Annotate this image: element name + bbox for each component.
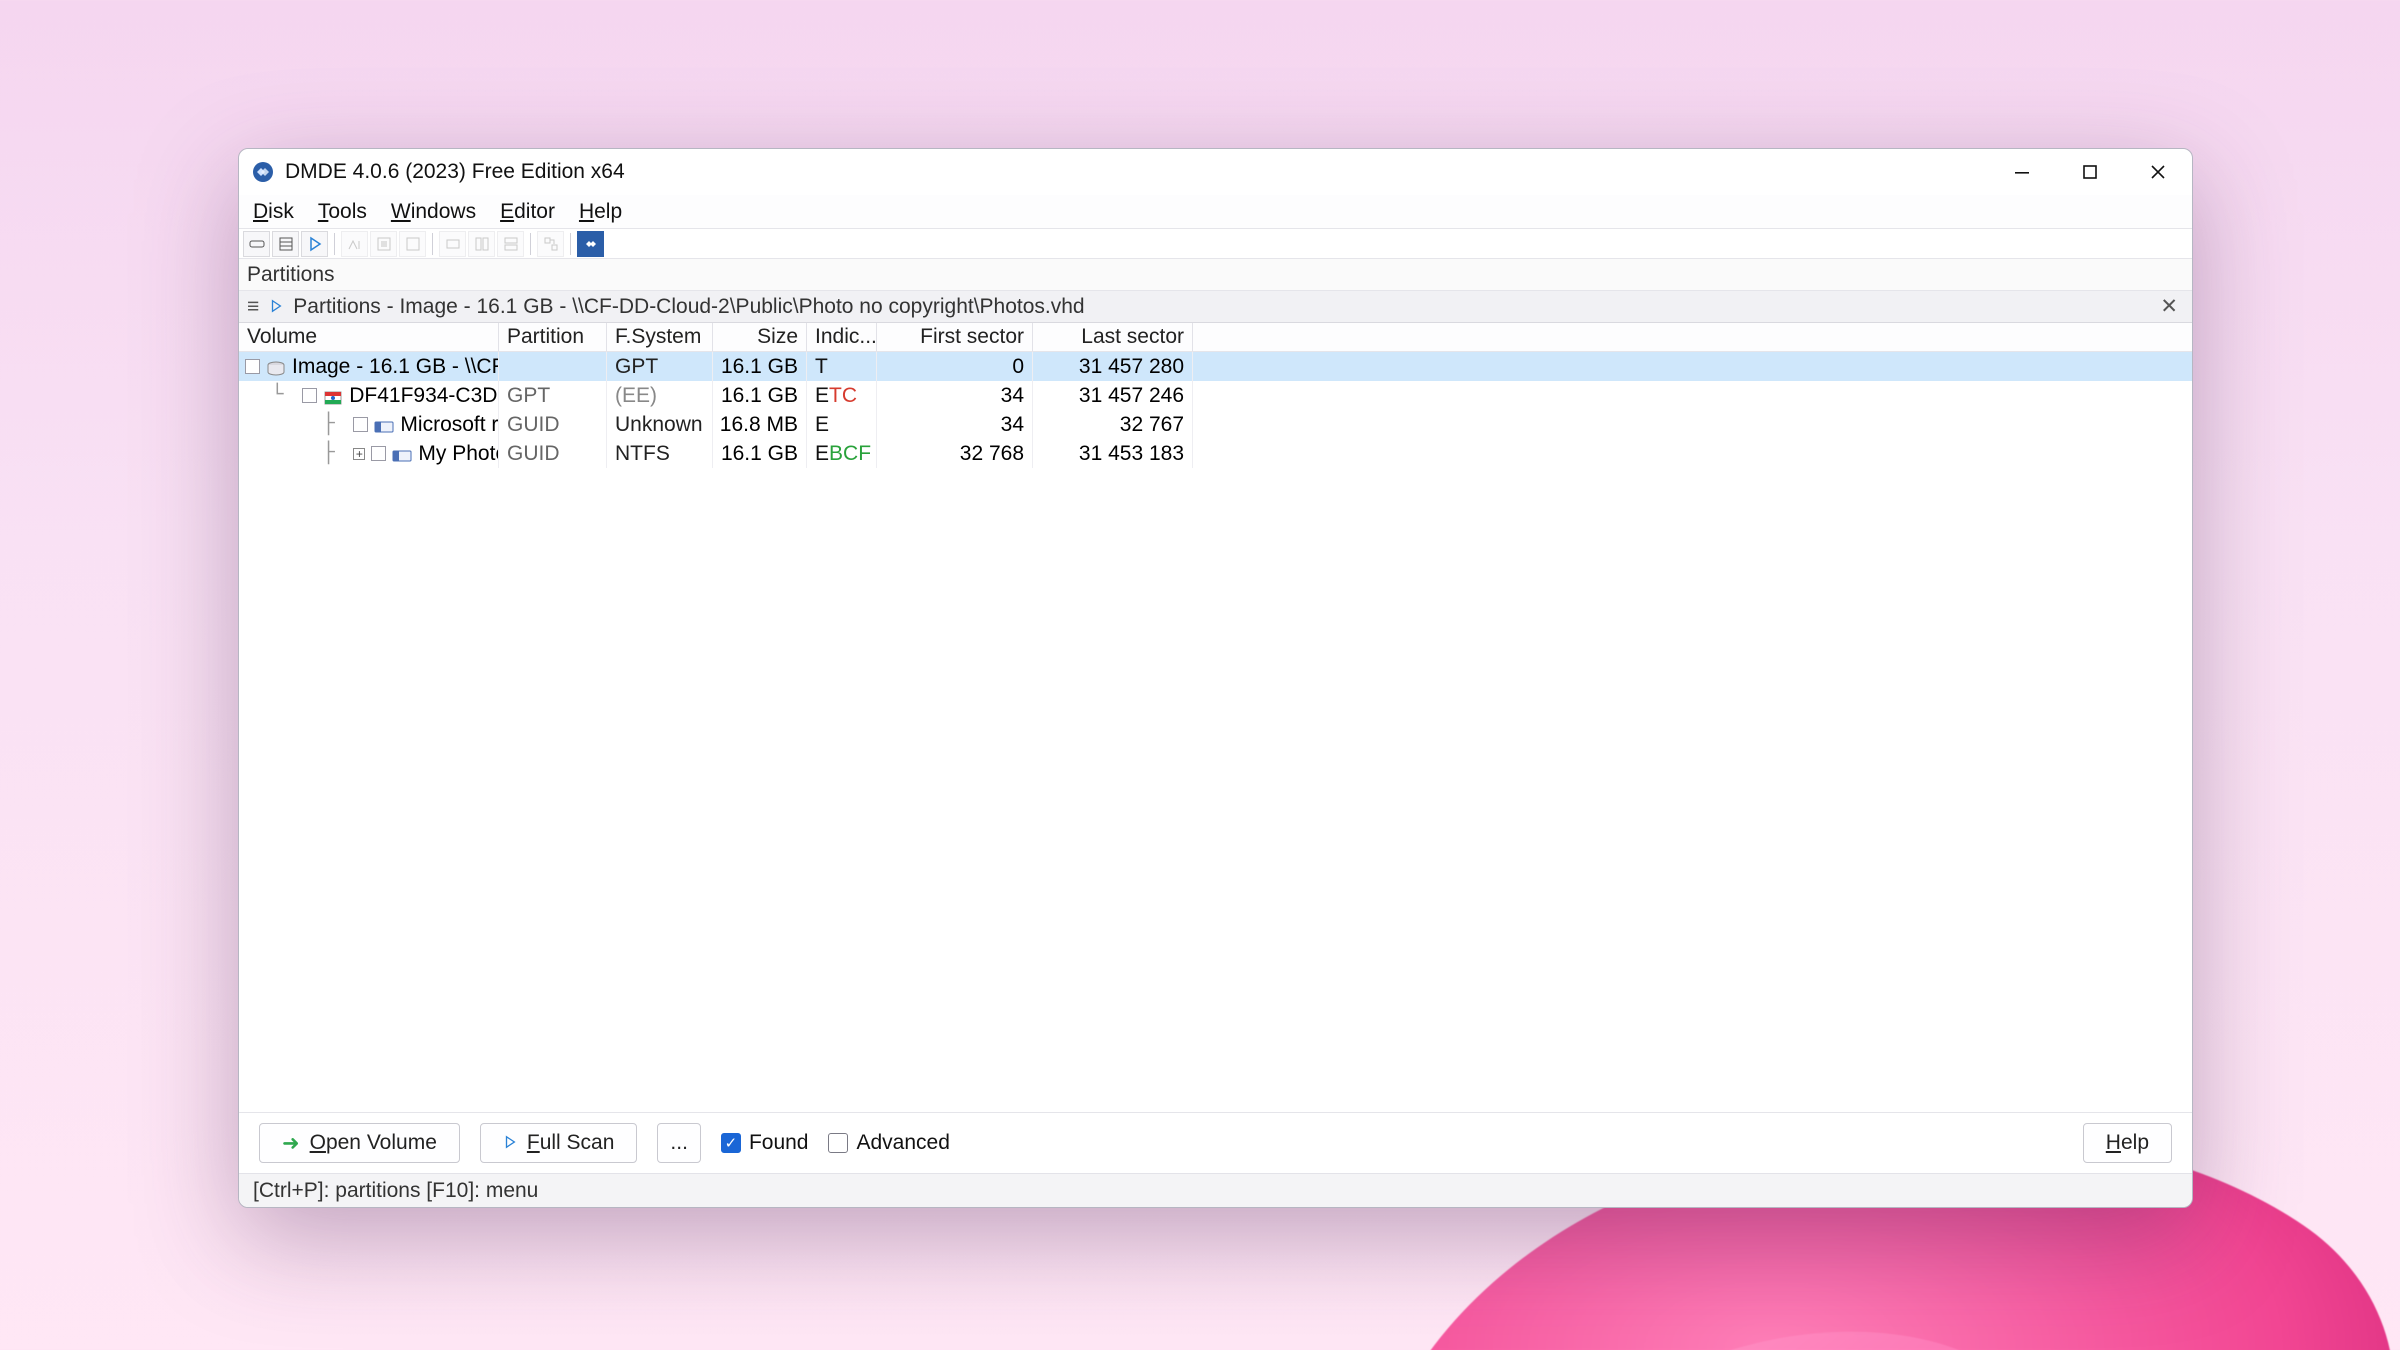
col-indic[interactable]: Indic... <box>807 323 877 351</box>
tab-strip: Partitions <box>239 259 2192 291</box>
checkbox-icon <box>828 1133 848 1153</box>
play-small-icon[interactable] <box>269 295 283 319</box>
maximize-button[interactable] <box>2056 149 2124 195</box>
panel-header: ≡ Partitions - Image - 16.1 GB - \\CF-DD… <box>239 291 2192 323</box>
close-button[interactable] <box>2124 149 2192 195</box>
volume-icon <box>392 446 412 462</box>
toolbar-btn-2[interactable] <box>272 231 299 257</box>
toolbar-btn-7[interactable] <box>439 231 466 257</box>
open-volume-button[interactable]: ➜ Open Volume <box>259 1123 460 1163</box>
volume-name: DF41F934-C3D4-4... <box>349 384 499 408</box>
tab-partitions[interactable]: Partitions <box>247 263 335 287</box>
row-checkbox[interactable] <box>371 446 386 461</box>
bottom-button-bar: ➜ Open Volume Full Scan ... Found Advanc… <box>239 1113 2192 1173</box>
window-title: DMDE 4.0.6 (2023) Free Edition x64 <box>285 160 625 184</box>
row-checkbox[interactable] <box>302 388 317 403</box>
table-header-row: Volume Partition F.System Size Indic... … <box>239 323 2192 352</box>
col-partition[interactable]: Partition <box>499 323 607 351</box>
play-icon <box>503 1131 517 1155</box>
menu-help[interactable]: Help <box>579 200 622 224</box>
toolbar-btn-8[interactable] <box>468 231 495 257</box>
toolbar-btn-10[interactable] <box>537 231 564 257</box>
table-row[interactable]: ├ Microsoft reserv...GUIDUnknown16.8 MBE… <box>239 410 2192 439</box>
volume-name: Image - 16.1 GB - \\CF... <box>292 355 499 379</box>
toolbar-separator-2 <box>432 233 433 255</box>
titlebar[interactable]: DMDE 4.0.6 (2023) Free Edition x64 <box>239 149 2192 195</box>
toolbar <box>239 229 2192 259</box>
menu-editor[interactable]: Editor <box>500 200 555 224</box>
panel-close-icon[interactable]: ✕ <box>2154 294 2184 319</box>
row-checkbox[interactable] <box>353 417 368 432</box>
toolbar-btn-play[interactable] <box>301 231 328 257</box>
hamburger-icon[interactable]: ≡ <box>247 295 259 319</box>
col-first[interactable]: First sector <box>877 323 1033 351</box>
found-checkbox[interactable]: Found <box>721 1131 809 1155</box>
toolbar-separator-4 <box>570 233 571 255</box>
more-button[interactable]: ... <box>657 1123 701 1163</box>
arrow-right-icon: ➜ <box>282 1131 300 1156</box>
row-checkbox[interactable] <box>245 359 260 374</box>
col-volume[interactable]: Volume <box>239 323 499 351</box>
table-row[interactable]: └ DF41F934-C3D4-4...GPT(EE)16.1 GBETC343… <box>239 381 2192 410</box>
status-bar: [Ctrl+P]: partitions [F10]: menu <box>239 1173 2192 1207</box>
table-row[interactable]: Image - 16.1 GB - \\CF...GPT16.1 GBT031 … <box>239 352 2192 381</box>
menu-windows[interactable]: Windows <box>391 200 476 224</box>
full-scan-button[interactable]: Full Scan <box>480 1123 638 1163</box>
col-last[interactable]: Last sector <box>1033 323 1193 351</box>
volume-name: My Photos <box>418 442 499 466</box>
menu-bar: Disk Tools Windows Editor Help <box>239 195 2192 229</box>
col-size[interactable]: Size <box>713 323 807 351</box>
panel-title: Partitions - Image - 16.1 GB - \\CF-DD-C… <box>293 295 1084 319</box>
volume-icon <box>374 417 394 433</box>
toolbar-separator-3 <box>530 233 531 255</box>
toolbar-separator <box>334 233 335 255</box>
toolbar-btn-brand[interactable] <box>577 231 604 257</box>
status-text: [Ctrl+P]: partitions [F10]: menu <box>253 1179 538 1203</box>
partitions-table: Volume Partition F.System Size Indic... … <box>239 323 2192 1113</box>
toolbar-btn-1[interactable] <box>243 231 270 257</box>
volume-icon <box>323 388 343 404</box>
app-icon <box>251 160 275 184</box>
toolbar-btn-9[interactable] <box>497 231 524 257</box>
app-window: DMDE 4.0.6 (2023) Free Edition x64 Disk … <box>238 148 2193 1208</box>
volume-name: Microsoft reserv... <box>400 413 499 437</box>
menu-tools[interactable]: Tools <box>318 200 367 224</box>
minimize-button[interactable] <box>1988 149 2056 195</box>
advanced-checkbox[interactable]: Advanced <box>828 1131 949 1155</box>
col-fsystem[interactable]: F.System <box>607 323 713 351</box>
expander-icon[interactable]: + <box>353 448 365 460</box>
checkbox-icon <box>721 1133 741 1153</box>
menu-disk[interactable]: Disk <box>253 200 294 224</box>
toolbar-btn-4[interactable] <box>341 231 368 257</box>
toolbar-btn-5[interactable] <box>370 231 397 257</box>
table-row[interactable]: ├ +My PhotosGUIDNTFS16.1 GBEBCF32 76831 … <box>239 439 2192 468</box>
toolbar-btn-6[interactable] <box>399 231 426 257</box>
volume-icon <box>266 359 286 375</box>
help-button[interactable]: Help <box>2083 1123 2172 1163</box>
